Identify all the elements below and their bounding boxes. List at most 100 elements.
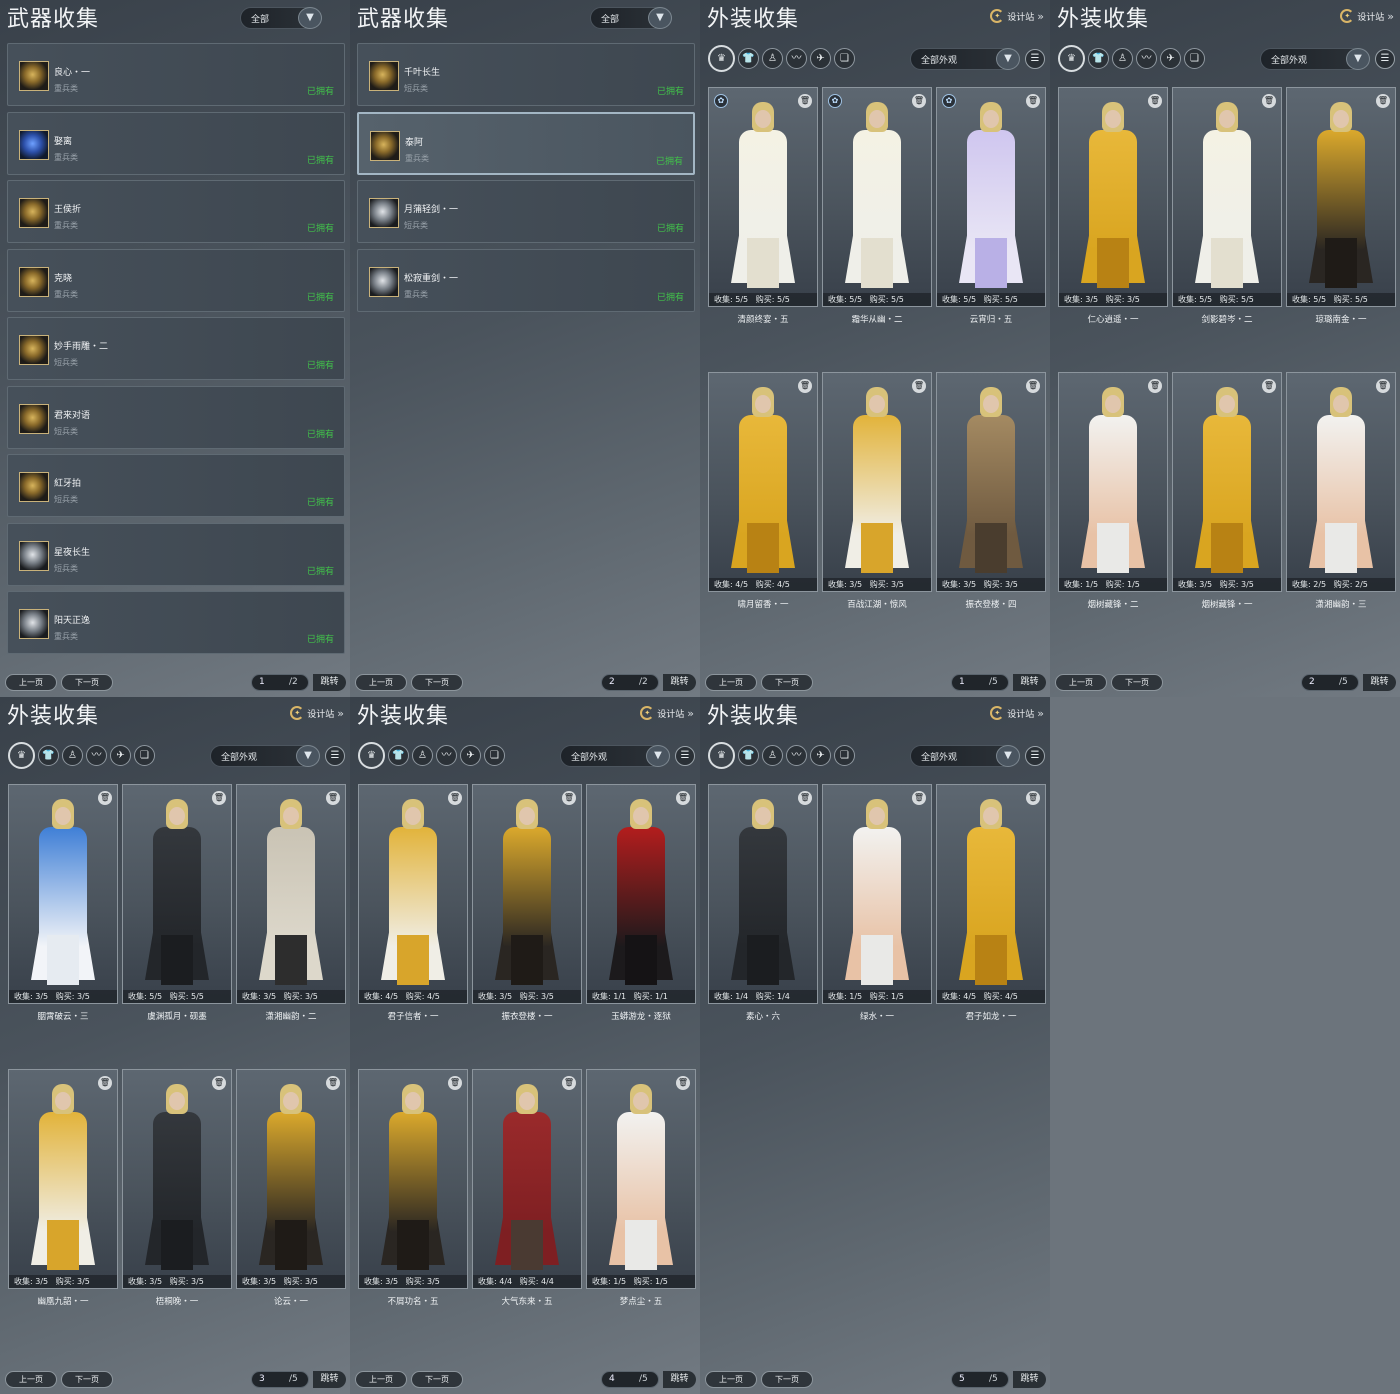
filter-settings-icon[interactable]: ☰ (1025, 49, 1045, 69)
top-category-icon[interactable]: 👕 (738, 48, 759, 69)
outfit-card[interactable]: 🗑 收集: 3/5 购买: 3/5 (822, 372, 932, 592)
next-page-button[interactable]: 下一页 (1111, 674, 1163, 691)
outfit-card[interactable]: 🗑 收集: 5/5 购买: 5/5 (122, 784, 232, 1004)
trash-icon[interactable]: 🗑 (212, 1076, 226, 1090)
weapon-list-item[interactable]: 君来对语 短兵类 已拥有 (7, 385, 345, 449)
all-category-icon[interactable]: ♛ (8, 742, 35, 769)
top-category-icon[interactable]: 👕 (738, 745, 759, 766)
cape-category-icon[interactable]: 〰 (1136, 48, 1157, 69)
hat-category-icon[interactable]: ♙ (762, 48, 783, 69)
filter-settings-icon[interactable]: ☰ (1375, 49, 1395, 69)
next-page-button[interactable]: 下一页 (61, 674, 113, 691)
prev-page-button[interactable]: 上一页 (5, 674, 57, 691)
outfit-card[interactable]: 🗑 收集: 1/1 购买: 1/1 (586, 784, 696, 1004)
jump-button[interactable]: 跳转 (663, 1371, 696, 1388)
weapon-list-item[interactable]: 泰阿 重兵类 已拥有 (357, 111, 695, 175)
top-category-icon[interactable]: 👕 (388, 745, 409, 766)
shoes-category-icon[interactable]: ✈ (810, 48, 831, 69)
trash-icon[interactable]: 🗑 (1148, 94, 1162, 108)
outfit-card[interactable]: 🗑 收集: 3/5 购买: 3/5 (358, 1069, 468, 1289)
filter-settings-icon[interactable]: ☰ (675, 746, 695, 766)
trash-icon[interactable]: 🗑 (798, 379, 812, 393)
top-category-icon[interactable]: 👕 (1088, 48, 1109, 69)
shoes-category-icon[interactable]: ✈ (810, 745, 831, 766)
shoes-category-icon[interactable]: ✈ (1160, 48, 1181, 69)
weapon-list-item[interactable]: 星夜长生 短兵类 已拥有 (7, 522, 345, 586)
design-station-link[interactable]: ✦ 设计站» (290, 706, 344, 720)
trash-icon[interactable]: 🗑 (562, 791, 576, 805)
next-page-button[interactable]: 下一页 (411, 1371, 463, 1388)
prev-page-button[interactable]: 上一页 (355, 674, 407, 691)
prev-page-button[interactable]: 上一页 (355, 1371, 407, 1388)
page-number-input[interactable]: 1/5 (951, 674, 1009, 691)
weapon-filter-dropdown[interactable]: 全部 ▼ (240, 7, 322, 29)
page-number-input[interactable]: 5/5 (951, 1371, 1009, 1388)
cape-category-icon[interactable]: 〰 (86, 745, 107, 766)
scroll-category-icon[interactable]: ❏ (834, 745, 855, 766)
trash-icon[interactable]: 🗑 (798, 94, 812, 108)
prev-page-button[interactable]: 上一页 (705, 674, 757, 691)
design-station-link[interactable]: ✦ 设计站» (990, 9, 1044, 23)
trash-icon[interactable]: 🗑 (448, 1076, 462, 1090)
page-number-input[interactable]: 2/2 (601, 674, 659, 691)
trash-icon[interactable]: 🗑 (676, 1076, 690, 1090)
outfit-card[interactable]: 🗑 收集: 1/5 购买: 1/5 (822, 784, 932, 1004)
next-page-button[interactable]: 下一页 (761, 674, 813, 691)
cape-category-icon[interactable]: 〰 (786, 48, 807, 69)
page-number-input[interactable]: 1/2 (251, 674, 309, 691)
weapon-list-item[interactable]: 紅牙拍 短兵类 已拥有 (7, 454, 345, 517)
weapon-list-item[interactable]: 娶离 重兵类 已拥有 (7, 111, 345, 175)
jump-button[interactable]: 跳转 (1013, 1371, 1046, 1388)
outfit-card[interactable]: ✿ 🗑 收集: 5/5 购买: 5/5 (936, 87, 1046, 307)
trash-icon[interactable]: 🗑 (1026, 94, 1040, 108)
trash-icon[interactable]: 🗑 (326, 791, 340, 805)
trash-icon[interactable]: 🗑 (912, 791, 926, 805)
hat-category-icon[interactable]: ♙ (1112, 48, 1133, 69)
weapon-list-item[interactable]: 克晓 重兵类 已拥有 (7, 248, 345, 312)
hat-category-icon[interactable]: ♙ (412, 745, 433, 766)
next-page-button[interactable]: 下一页 (61, 1371, 113, 1388)
hat-category-icon[interactable]: ♙ (762, 745, 783, 766)
outfit-filter-dropdown[interactable]: 全部外观 ▼ (910, 745, 1020, 767)
outfit-card[interactable]: 🗑 收集: 5/5 购买: 5/5 (1172, 87, 1282, 307)
trash-icon[interactable]: 🗑 (1376, 94, 1390, 108)
trash-icon[interactable]: 🗑 (326, 1076, 340, 1090)
outfit-card[interactable]: 🗑 收集: 4/4 购买: 4/4 (472, 1069, 582, 1289)
outfit-card[interactable]: 🗑 收集: 1/5 购买: 1/5 (1058, 372, 1168, 592)
outfit-card[interactable]: 🗑 收集: 2/5 购买: 2/5 (1286, 372, 1396, 592)
weapon-list-item[interactable]: 月蒲轻剑・一 短兵类 已拥有 (357, 180, 695, 243)
outfit-card[interactable]: 🗑 收集: 4/5 购买: 4/5 (936, 784, 1046, 1004)
prev-page-button[interactable]: 上一页 (1055, 674, 1107, 691)
weapon-list-item[interactable]: 松寂重剑・一 重兵类 已拥有 (357, 248, 695, 312)
filter-settings-icon[interactable]: ☰ (1025, 746, 1045, 766)
weapon-list-item[interactable]: 阳天正逸 重兵类 已拥有 (7, 591, 345, 654)
outfit-card[interactable]: 🗑 收集: 4/5 购买: 4/5 (708, 372, 818, 592)
outfit-filter-dropdown[interactable]: 全部外观 ▼ (910, 48, 1020, 70)
jump-button[interactable]: 跳转 (313, 674, 346, 691)
design-station-link[interactable]: ✦ 设计站» (1340, 9, 1394, 23)
outfit-filter-dropdown[interactable]: 全部外观 ▼ (210, 745, 320, 767)
trash-icon[interactable]: 🗑 (1026, 791, 1040, 805)
all-category-icon[interactable]: ♛ (708, 45, 735, 72)
next-page-button[interactable]: 下一页 (761, 1371, 813, 1388)
outfit-card[interactable]: 🗑 收集: 3/5 购买: 3/5 (1172, 372, 1282, 592)
design-station-link[interactable]: ✦ 设计站» (990, 706, 1044, 720)
scroll-category-icon[interactable]: ❏ (1184, 48, 1205, 69)
trash-icon[interactable]: 🗑 (1376, 379, 1390, 393)
filter-settings-icon[interactable]: ☰ (325, 746, 345, 766)
cape-category-icon[interactable]: 〰 (786, 745, 807, 766)
hat-category-icon[interactable]: ♙ (62, 745, 83, 766)
outfit-card[interactable]: 🗑 收集: 3/5 购买: 3/5 (236, 784, 346, 1004)
outfit-filter-dropdown[interactable]: 全部外观 ▼ (1260, 48, 1370, 70)
outfit-card[interactable]: 🗑 收集: 4/5 购买: 4/5 (358, 784, 468, 1004)
shoes-category-icon[interactable]: ✈ (110, 745, 131, 766)
trash-icon[interactable]: 🗑 (912, 94, 926, 108)
scroll-category-icon[interactable]: ❏ (834, 48, 855, 69)
outfit-filter-dropdown[interactable]: 全部外观 ▼ (560, 745, 670, 767)
outfit-card[interactable]: 🗑 收集: 5/5 购买: 5/5 (1286, 87, 1396, 307)
scroll-category-icon[interactable]: ❏ (484, 745, 505, 766)
trash-icon[interactable]: 🗑 (562, 1076, 576, 1090)
outfit-card[interactable]: 🗑 收集: 3/5 购买: 3/5 (8, 784, 118, 1004)
page-number-input[interactable]: 3/5 (251, 1371, 309, 1388)
trash-icon[interactable]: 🗑 (676, 791, 690, 805)
